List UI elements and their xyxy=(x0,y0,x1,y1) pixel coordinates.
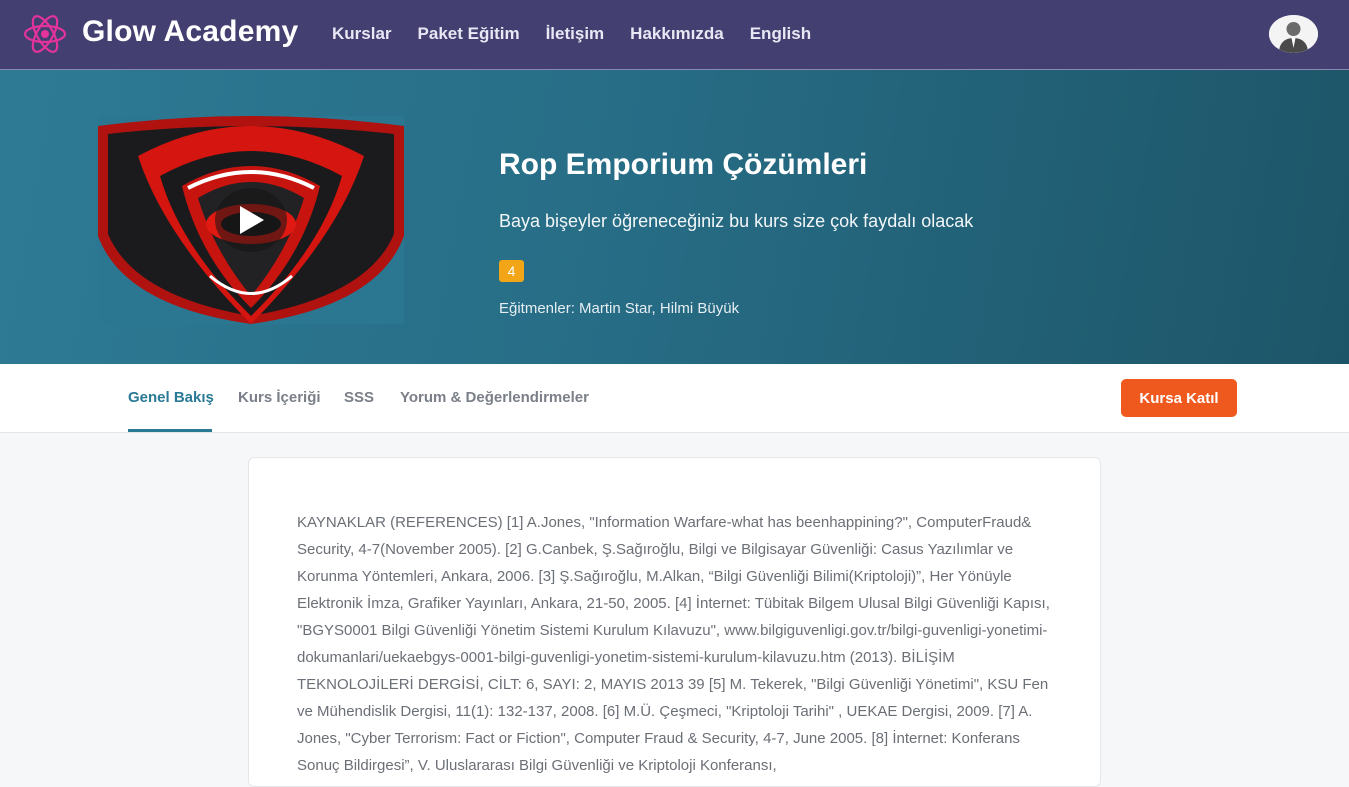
overview-card: KAYNAKLAR (REFERENCES) [1] A.Jones, "Inf… xyxy=(248,457,1101,787)
nav-item-hakkimizda[interactable]: Hakkımızda xyxy=(630,24,724,44)
course-tabbar: Genel Bakış Kurs İçeriği SSS Yorum & Değ… xyxy=(0,364,1349,433)
user-icon xyxy=(1269,15,1318,53)
nav-item-english[interactable]: English xyxy=(750,24,811,44)
tab-sss[interactable]: SSS xyxy=(344,389,374,406)
tab-genel-bakis[interactable]: Genel Bakış xyxy=(128,389,214,406)
tab-kurs-icerigi[interactable]: Kurs İçeriği xyxy=(238,389,321,406)
play-button[interactable] xyxy=(215,188,287,252)
user-avatar[interactable] xyxy=(1269,15,1318,53)
rating-badge: 4 xyxy=(499,260,524,282)
nav-item-iletisim[interactable]: İletişim xyxy=(546,24,605,44)
course-instructors: Eğitmenler: Martin Star, Hilmi Büyük xyxy=(499,300,740,317)
tab-yorum-degerlendirmeler[interactable]: Yorum & Değerlendirmeler xyxy=(400,389,589,406)
play-icon xyxy=(240,206,264,234)
nav-item-kurslar[interactable]: Kurslar xyxy=(332,24,392,44)
course-title: Rop Emporium Çözümleri xyxy=(499,148,868,181)
active-tab-indicator xyxy=(128,429,212,432)
overview-text: KAYNAKLAR (REFERENCES) [1] A.Jones, "Inf… xyxy=(297,514,1050,774)
join-course-button[interactable]: Kursa Katıl xyxy=(1121,379,1237,417)
nav-item-paket-egitim[interactable]: Paket Eğitim xyxy=(418,24,520,44)
course-subtitle: Baya bişeyler öğreneceğiniz bu kurs size… xyxy=(499,211,974,231)
course-video-thumbnail[interactable] xyxy=(98,116,404,324)
brand-name[interactable]: Glow Academy xyxy=(82,15,298,49)
atom-icon[interactable] xyxy=(22,11,68,57)
course-hero: Rop Emporium Çözümleri Baya bişeyler öğr… xyxy=(0,70,1349,364)
main-nav: Kurslar Paket Eğitim İletişim Hakkımızda… xyxy=(332,24,811,44)
top-navbar: Glow Academy Kurslar Paket Eğitim İletiş… xyxy=(0,0,1349,70)
